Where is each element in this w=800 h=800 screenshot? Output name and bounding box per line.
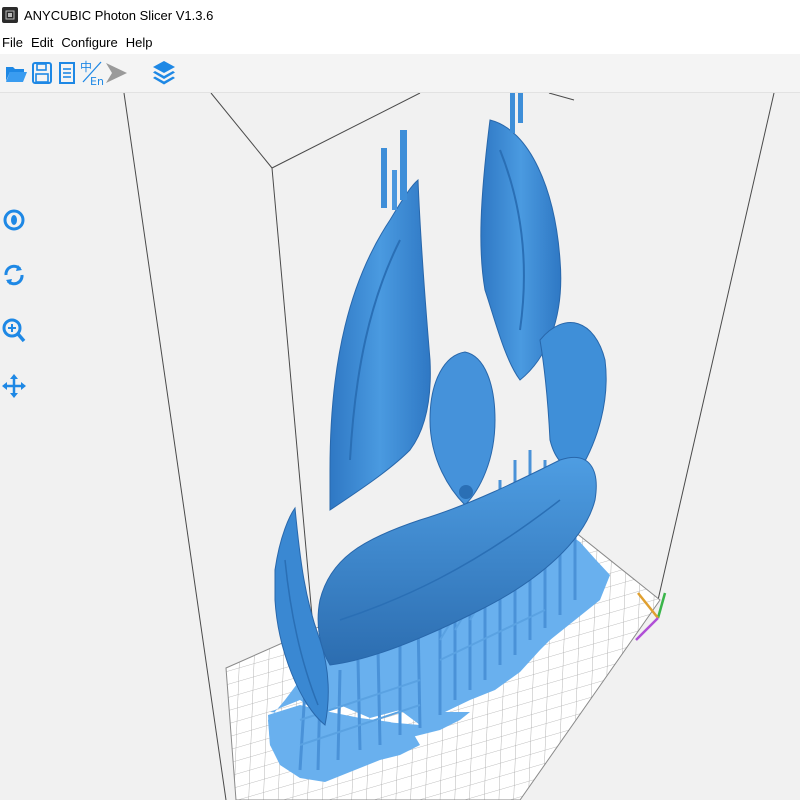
window-title: ANYCUBIC Photon Slicer V1.3.6 [24, 7, 214, 23]
view-toggle-button[interactable] [0, 204, 28, 236]
document-button[interactable] [53, 58, 81, 88]
document-icon [59, 62, 75, 84]
middle-sail [429, 351, 496, 506]
left-sail [329, 130, 431, 511]
layers-button[interactable] [150, 58, 178, 88]
title-bar: ANYCUBIC Photon Slicer V1.3.6 [0, 0, 800, 30]
menu-configure[interactable]: Configure [57, 35, 121, 50]
slice-button[interactable] [102, 58, 130, 88]
open-file-button[interactable] [2, 58, 30, 88]
app-logo-icon [2, 7, 18, 23]
3d-viewport[interactable] [0, 93, 800, 800]
svg-text:中: 中 [80, 59, 92, 74]
scene-canvas[interactable] [0, 93, 800, 800]
folder-open-icon [6, 67, 27, 82]
rear-sail [539, 322, 607, 471]
toolbar: 中 En [0, 54, 800, 93]
slice-play-icon [106, 63, 127, 83]
save-icon [32, 62, 52, 84]
zoom-icon [2, 318, 26, 343]
menu-edit[interactable]: Edit [27, 35, 57, 50]
menu-bar: File Edit Configure Help [0, 30, 800, 54]
pan-view-button[interactable] [0, 370, 28, 402]
save-file-button[interactable] [28, 58, 56, 88]
pan-move-icon [2, 374, 26, 398]
layers-icon [153, 61, 175, 85]
eye-icon [3, 209, 25, 231]
menu-help[interactable]: Help [122, 35, 157, 50]
rotate-view-button[interactable] [0, 259, 28, 291]
rotate-icon [4, 264, 24, 286]
menu-file[interactable]: File [0, 35, 27, 50]
zoom-view-button[interactable] [0, 315, 28, 347]
